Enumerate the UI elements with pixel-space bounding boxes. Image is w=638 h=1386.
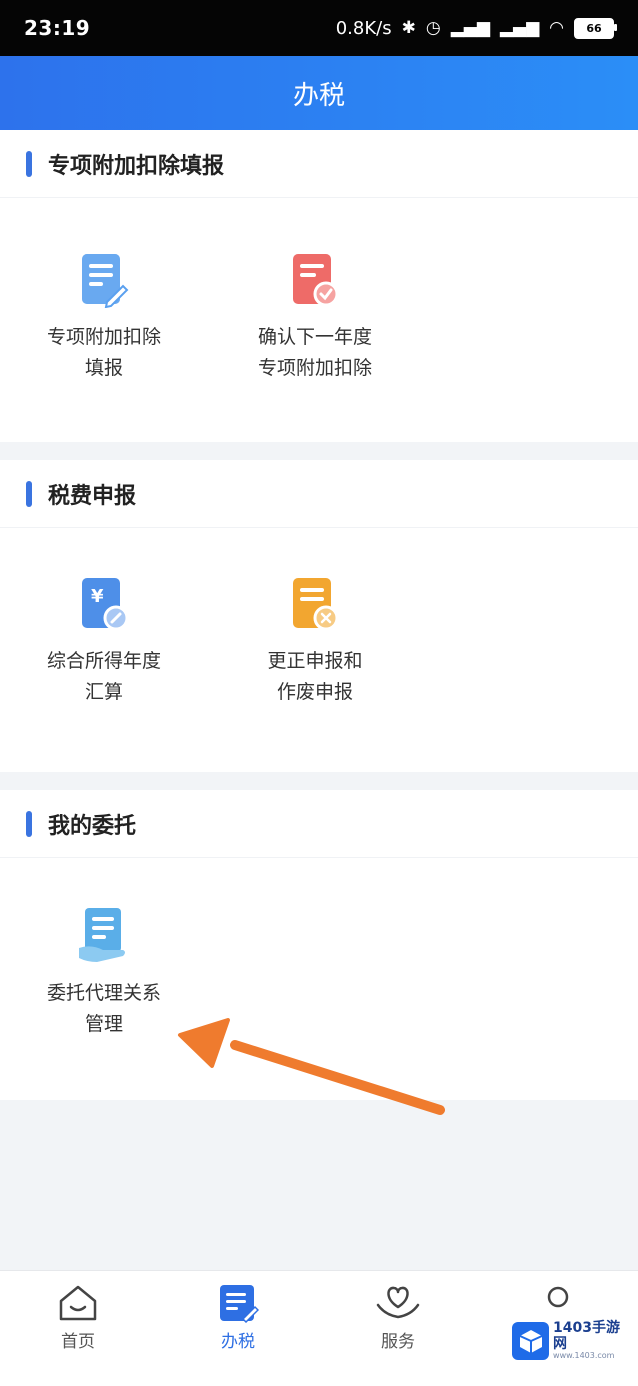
tab-label: 办税 — [221, 1332, 255, 1352]
yuan-document-icon: ¥ — [82, 578, 129, 631]
cube-icon — [512, 1322, 550, 1360]
signal-icon: ▂▄▆ — [450, 18, 490, 38]
watermark-main: 1403手游网 — [553, 1320, 621, 1352]
network-speed: 0.8K/s — [335, 17, 392, 39]
section-title: 我的委托 — [48, 813, 137, 839]
document-delete-icon — [293, 578, 339, 631]
section-my-delegation: 我的委托 委托代理关系 管理 — [0, 790, 638, 1100]
wifi-icon: ◠ — [549, 18, 564, 38]
user-icon — [547, 1286, 569, 1308]
tab-label: 首页 — [61, 1332, 95, 1352]
section-header: 税费申报 — [0, 460, 638, 528]
item-label: 委托代理关系 管理 — [46, 982, 161, 1035]
section-header: 专项附加扣除填报 — [0, 130, 638, 198]
page-title: 办税 — [292, 80, 345, 111]
document-edit-icon — [82, 254, 129, 308]
confirm-next-year-button[interactable]: 确认下一年度 专项附加扣除 — [215, 252, 415, 384]
watermark-text: 1403手游网 www.1403.com — [553, 1321, 632, 1361]
section-special-deduction: 专项附加扣除填报 专项附加扣除 填报 确认下一年度 专项附加扣除 — [0, 130, 638, 442]
watermark-sub: www.1403.com — [553, 1350, 615, 1360]
delegation-management-button[interactable]: 委托代理关系 管理 — [4, 906, 204, 1040]
item-label: 专项附加扣除 填报 — [46, 326, 161, 379]
alarm-icon: ◷ — [425, 18, 441, 38]
tab-service[interactable]: 服务 — [338, 1283, 458, 1352]
section-marker — [26, 150, 32, 177]
tab-home[interactable]: 首页 — [18, 1283, 138, 1352]
status-time: 23:19 — [24, 16, 91, 40]
battery-icon: 66 — [574, 17, 617, 39]
status-icons: 0.8K/s ✱ ◷ ▂▄▆ ▂▄▆ ◠ 66 — [335, 17, 617, 39]
title-bar: 办税 — [0, 56, 638, 130]
item-label: 更正申报和 作废申报 — [267, 650, 363, 703]
bluetooth-icon: ✱ — [401, 18, 416, 38]
watermark: 1403手游网 www.1403.com — [512, 1318, 632, 1364]
section-marker — [26, 810, 32, 837]
annual-reconciliation-button[interactable]: ¥ 综合所得年度 汇算 — [4, 576, 204, 708]
item-label: 综合所得年度 汇算 — [46, 650, 161, 703]
tab-tax[interactable]: 办税 — [178, 1283, 298, 1352]
heart-hand-icon — [376, 1286, 420, 1319]
section-marker — [26, 480, 32, 507]
tab-label: 服务 — [381, 1332, 415, 1352]
special-deduction-fill-button[interactable]: 专项附加扣除 填报 — [4, 252, 204, 384]
section-tax-declaration: 税费申报 ¥ 综合所得年度 汇算 更正申报和 作废申报 — [0, 460, 638, 772]
document-check-icon — [293, 254, 339, 307]
section-title: 税费申报 — [48, 483, 137, 509]
document-hand-icon — [79, 908, 125, 962]
section-header: 我的委托 — [0, 790, 638, 858]
status-bar: 23:19 0.8K/s ✱ ◷ ▂▄▆ ▂▄▆ ◠ 66 — [0, 0, 638, 56]
signal-hd-icon: ▂▄▆ — [499, 18, 540, 38]
section-title: 专项附加扣除填报 — [48, 153, 225, 179]
svg-text:¥: ¥ — [91, 586, 104, 607]
correct-void-declaration-button[interactable]: 更正申报和 作废申报 — [215, 576, 415, 708]
home-icon — [59, 1285, 97, 1321]
tax-document-icon — [220, 1285, 259, 1323]
item-label: 确认下一年度 专项附加扣除 — [257, 326, 372, 379]
